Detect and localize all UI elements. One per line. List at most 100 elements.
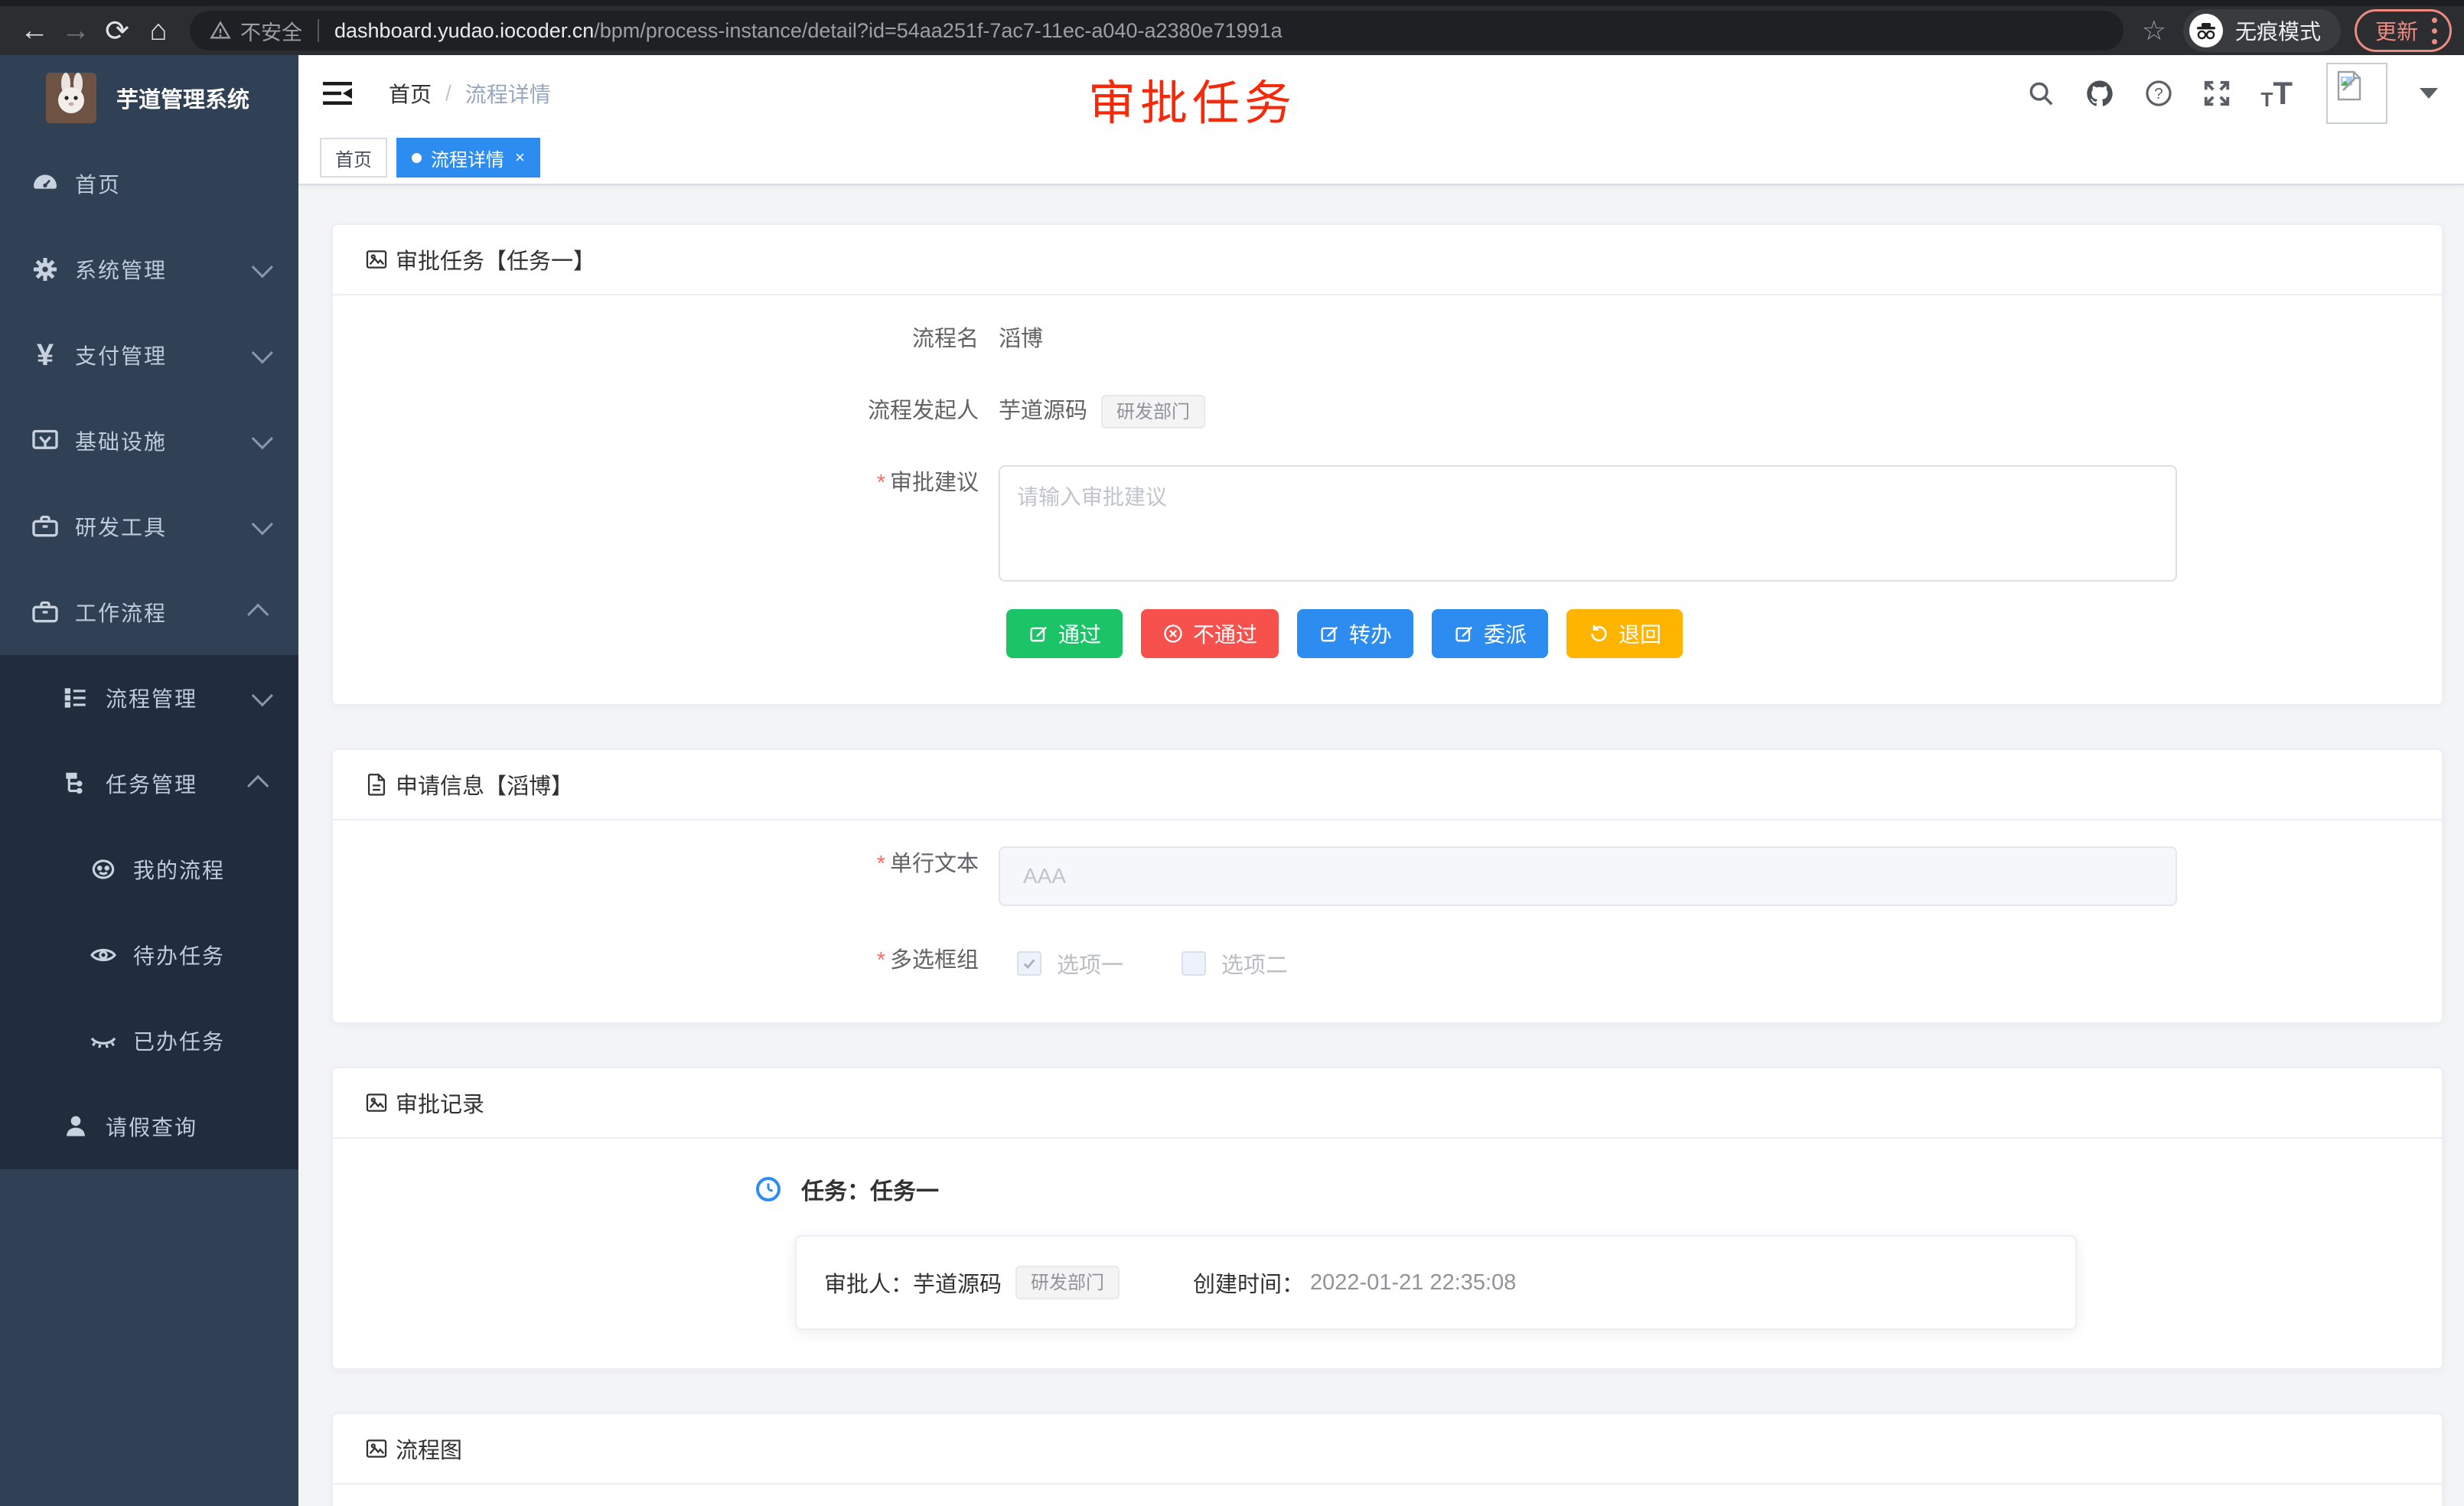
chevron-down-icon (252, 513, 273, 535)
forward-icon[interactable]: → (55, 10, 96, 51)
checkbox-group: 选项一 选项二 (999, 947, 1331, 980)
suggestion-row: *审批建议 (363, 465, 2411, 582)
face-icon (86, 855, 121, 884)
active-dot-icon (412, 153, 422, 163)
required-asterisk: * (877, 471, 885, 495)
app-logo-row: 芋道管理系统 (0, 55, 298, 141)
menu-kebab-icon[interactable] (2432, 18, 2437, 44)
incognito-icon (2189, 14, 2223, 47)
sidebar-item-infra[interactable]: 基础设施 (0, 398, 298, 484)
browser-update-button[interactable]: 更新 (2355, 9, 2452, 52)
sidebar-item-done-tasks[interactable]: 已办任务 (0, 998, 298, 1084)
eye-open-icon (86, 940, 121, 970)
reject-button[interactable]: 不通过 (1141, 609, 1279, 658)
sidebar-item-devtools[interactable]: 研发工具 (0, 484, 298, 569)
home-icon[interactable]: ⌂ (138, 10, 179, 51)
bookmark-star-icon[interactable]: ☆ (2142, 15, 2166, 47)
gear-icon (28, 254, 63, 285)
checkbox-group-label: 多选框组 (890, 948, 979, 973)
toolbox-icon (28, 511, 63, 542)
sidebar-item-leave-query[interactable]: 请假查询 (0, 1084, 298, 1169)
avatar[interactable] (2326, 63, 2387, 124)
approver-label: 审批人： (824, 1266, 913, 1299)
top-navbar: 首页 / 流程详情 ? TT (298, 55, 2464, 132)
address-bar[interactable]: 不安全 dashboard.yudao.iocoder.cn /bpm/proc… (190, 11, 2123, 51)
svg-text:?: ? (2155, 85, 2163, 103)
approval-actions: 通过 不通过 转办 委派 (1006, 609, 2411, 658)
sidebar-item-todo-tasks[interactable]: 待办任务 (0, 912, 298, 998)
eye-closed-icon (86, 1026, 121, 1055)
suggestion-textarea[interactable] (999, 465, 2177, 582)
font-size-icon[interactable]: TT (2260, 77, 2293, 109)
github-icon[interactable] (2084, 78, 2115, 109)
checkbox-option1-label: 选项一 (1057, 947, 1123, 980)
suggestion-label: 审批建议 (890, 471, 979, 495)
checkbox-option2 (1181, 951, 1206, 976)
breadcrumb-home[interactable]: 首页 (389, 78, 432, 109)
approve-button[interactable]: 通过 (1006, 609, 1123, 658)
initiator-label: 流程发起人 (363, 393, 999, 429)
tab-process-detail[interactable]: 流程详情 × (396, 138, 540, 178)
return-button[interactable]: 退回 (1566, 609, 1683, 658)
process-name-label: 流程名 (363, 321, 999, 357)
hamburger-collapse-icon[interactable] (321, 80, 354, 107)
avatar-caret-icon[interactable] (2420, 88, 2438, 99)
picture-icon (363, 1090, 389, 1116)
apply-card-header: 申请信息【滔博】 (333, 750, 2442, 820)
fullscreen-icon[interactable] (2202, 79, 2231, 108)
single-text-row: *单行文本 (363, 846, 2411, 906)
timeline-task-label: 任务：任务一 (801, 1172, 939, 1206)
sidebar-item-process-mgmt[interactable]: 流程管理 (0, 655, 298, 741)
record-card-title: 审批记录 (396, 1087, 484, 1119)
picture-icon (363, 246, 389, 272)
tab-home[interactable]: 首页 (320, 138, 387, 178)
initiator-row: 流程发起人 芋道源码研发部门 (363, 393, 2411, 429)
circle-close-icon (1162, 623, 1184, 644)
timeline: 任务：任务一 审批人： 芋道源码 研发部门 创建时间： 2022-01-21 2… (363, 1172, 2411, 1330)
chevron-down-icon (252, 428, 273, 449)
url-path: /bpm/process-instance/detail?id=54aa251f… (594, 19, 1282, 43)
divider (318, 19, 319, 42)
security-label: 不安全 (240, 16, 302, 46)
list-tree-icon (58, 683, 93, 712)
document-icon (363, 771, 389, 797)
apply-card-title: 申请信息【滔博】 (396, 768, 573, 800)
timeline-detail-card: 审批人： 芋道源码 研发部门 创建时间： 2022-01-21 22:35:08 (795, 1235, 2077, 1330)
page-content: 审批任务【任务一】 流程名 滔博 流程发起人 芋道源码研发部门 *审批建议 (298, 185, 2464, 1506)
process-name-row: 流程名 滔博 (363, 321, 2411, 357)
reload-icon[interactable]: ⟳ (96, 10, 138, 51)
delegate-button[interactable]: 委派 (1432, 609, 1548, 658)
chevron-down-icon (252, 685, 273, 706)
sidebar-item-system[interactable]: 系统管理 (0, 227, 298, 312)
app-logo (46, 73, 96, 123)
breadcrumb-separator: / (445, 81, 451, 106)
url-domain: dashboard.yudao.iocoder.cn (334, 19, 594, 43)
sidebar-item-home[interactable]: 首页 (0, 141, 298, 227)
process-name-value: 滔博 (999, 321, 1043, 357)
warning-icon (210, 20, 231, 41)
sidebar-item-my-process[interactable]: 我的流程 (0, 826, 298, 912)
sidebar: 芋道管理系统 首页 系统管理 ¥ 支付管理 (0, 55, 298, 1506)
process-diagram-card: 流程图 (331, 1413, 2443, 1506)
record-card-header: 审批记录 (333, 1068, 2442, 1139)
back-icon[interactable]: ← (14, 10, 55, 51)
tags-view-bar: 首页 流程详情 × (298, 132, 2464, 185)
incognito-badge: 无痕模式 (2183, 9, 2341, 52)
annotation-text: 审批任务 (1088, 64, 1296, 133)
close-icon[interactable]: × (515, 148, 525, 168)
help-icon[interactable]: ? (2144, 79, 2173, 108)
approval-record-card: 审批记录 任务：任务一 审批人： 芋道源码 研发部门 创建时间： (331, 1067, 2443, 1370)
search-icon[interactable] (2026, 79, 2055, 108)
chevron-down-icon (252, 256, 273, 278)
transfer-button[interactable]: 转办 (1297, 609, 1413, 658)
checkbox-group-row: *多选框组 选项一 选项二 (363, 943, 2411, 980)
dashboard-icon (28, 168, 63, 199)
clock-icon (755, 1176, 781, 1202)
dept-tag: 研发部门 (1015, 1266, 1120, 1299)
sidebar-item-task-mgmt[interactable]: 任务管理 (0, 741, 298, 826)
breadcrumb-current: 流程详情 (465, 78, 551, 109)
monitor-icon (28, 425, 63, 456)
sidebar-item-workflow[interactable]: 工作流程 (0, 569, 298, 655)
diagram-card-title: 流程图 (396, 1433, 462, 1465)
sidebar-item-payment[interactable]: ¥ 支付管理 (0, 312, 298, 398)
